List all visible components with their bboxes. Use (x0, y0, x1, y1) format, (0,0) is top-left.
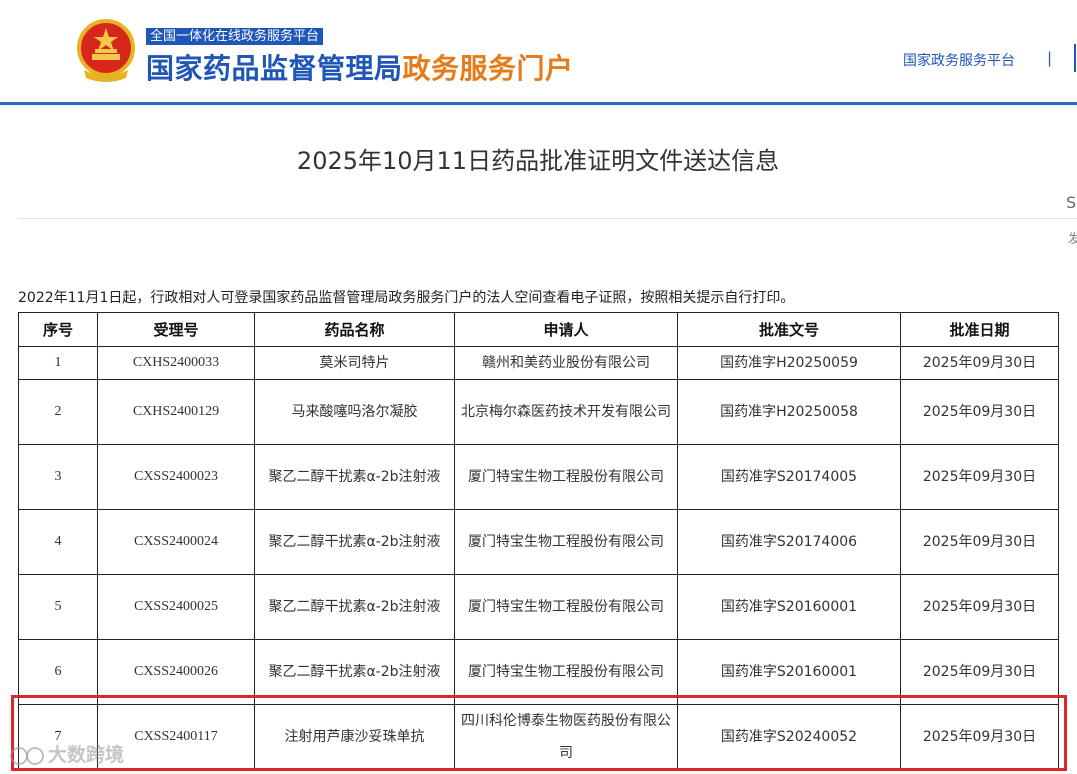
cell-applicant: 厦门特宝生物工程股份有限公司 (454, 444, 678, 510)
table-row: 6 CXSS2400026 聚乙二醇干扰素α-2b注射液 厦门特宝生物工程股份有… (18, 639, 1059, 705)
cell-acceptance-no: CXHS2400033 (97, 346, 255, 380)
watermark: 大数跨境 (8, 740, 124, 767)
header-index: 序号 (18, 312, 98, 347)
title-divider (18, 218, 1077, 219)
header-edge-bar (1074, 44, 1076, 72)
approval-table: 序号 受理号 药品名称 申请人 批准文号 批准日期 1 CXHS2400033 … (18, 312, 1059, 770)
cell-acceptance-no: CXSS2400025 (97, 574, 255, 640)
cell-acceptance-no: CXSS2400026 (97, 639, 255, 705)
cell-approval-no: 国药准字S20160001 (677, 574, 901, 640)
national-platform-link[interactable]: 国家政务服务平台 (903, 50, 1015, 70)
cell-approval-date: 2025年09月30日 (900, 639, 1059, 705)
table-row: 1 CXHS2400033 莫米司特片 赣州和美药业股份有限公司 国药准字H20… (18, 346, 1059, 380)
cell-approval-no: 国药准字S20174006 (677, 509, 901, 575)
nav-separator: | (1047, 49, 1053, 67)
page-title: 2025年10月11日药品批准证明文件送达信息 (296, 147, 780, 175)
platform-tagline: 全国一体化在线政务服务平台 (146, 28, 324, 45)
table-row: 3 CXSS2400023 聚乙二醇干扰素α-2b注射液 厦门特宝生物工程股份有… (18, 444, 1059, 510)
header-approval-date: 批准日期 (900, 312, 1059, 347)
cell-approval-date: 2025年09月30日 (900, 444, 1059, 510)
header-divider (0, 102, 1077, 105)
cell-index: 3 (18, 444, 98, 510)
cell-approval-no: 国药准字S20174005 (677, 444, 901, 510)
cell-applicant: 四川科伦博泰生物医药股份有限公司 (454, 704, 678, 770)
cell-applicant: 北京梅尔森医药技术开发有限公司 (454, 379, 678, 445)
cell-index: 1 (18, 346, 98, 380)
cell-approval-no: 国药准字H20250059 (677, 346, 901, 380)
table-row: 5 CXSS2400025 聚乙二醇干扰素α-2b注射液 厦门特宝生物工程股份有… (18, 574, 1059, 640)
cell-drug-name: 聚乙二醇干扰素α-2b注射液 (254, 509, 455, 575)
cell-drug-name: 注射用芦康沙妥珠单抗 (254, 704, 455, 770)
watermark-logo-icon (10, 746, 44, 765)
header-approval-no: 批准文号 (677, 312, 901, 347)
brand-main: 国家药品监督管理局 (146, 52, 403, 85)
cell-approval-date: 2025年09月30日 (900, 509, 1059, 575)
site-header: 全国一体化在线政务服务平台 国家药品监督管理局政务服务门户 国家政务服务平台 | (0, 0, 1077, 102)
cell-applicant: 赣州和美药业股份有限公司 (454, 346, 678, 380)
cell-approval-date: 2025年09月30日 (900, 346, 1059, 380)
table-row-highlighted: 7 CXSS2400117 注射用芦康沙妥珠单抗 四川科伦博泰生物医药股份有限公… (18, 704, 1059, 770)
cell-acceptance-no: CXSS2400023 (97, 444, 255, 510)
cell-approval-date: 2025年09月30日 (900, 704, 1059, 770)
cell-drug-name: 聚乙二醇干扰素α-2b注射液 (254, 574, 455, 640)
header-acceptance-no: 受理号 (97, 312, 255, 347)
cell-approval-no: 国药准字H20250058 (677, 379, 901, 445)
cell-index: 2 (18, 379, 98, 445)
cell-index: 5 (18, 574, 98, 640)
national-emblem-icon (77, 19, 135, 82)
cell-acceptance-no: CXHS2400129 (97, 379, 255, 445)
cell-index: 4 (18, 509, 98, 575)
cell-approval-date: 2025年09月30日 (900, 574, 1059, 640)
cell-approval-date: 2025年09月30日 (900, 379, 1059, 445)
cell-approval-no: 国药准字S20240052 (677, 704, 901, 770)
cell-drug-name: 聚乙二醇干扰素α-2b注射液 (254, 444, 455, 510)
site-brand[interactable]: 国家药品监督管理局政务服务门户 (146, 47, 574, 87)
side-panel-fragment: S (1066, 193, 1077, 212)
table-header-row: 序号 受理号 药品名称 申请人 批准文号 批准日期 (18, 312, 1059, 347)
cell-index: 6 (18, 639, 98, 705)
table-row: 2 CXHS2400129 马来酸噻吗洛尔凝胶 北京梅尔森医药技术开发有限公司 … (18, 379, 1059, 445)
cell-drug-name: 马来酸噻吗洛尔凝胶 (254, 379, 455, 445)
cell-drug-name: 聚乙二醇干扰素α-2b注射液 (254, 639, 455, 705)
cell-approval-no: 国药准字S20160001 (677, 639, 901, 705)
cell-acceptance-no: CXSS2400024 (97, 509, 255, 575)
header-drug-name: 药品名称 (254, 312, 455, 347)
cell-drug-name: 莫米司特片 (254, 346, 455, 380)
cell-applicant: 厦门特宝生物工程股份有限公司 (454, 639, 678, 705)
brand-sub: 政务服务门户 (402, 52, 574, 85)
notice-text: 2022年11月1日起，行政相对人可登录国家药品监督管理局政务服务门户的法人空间… (18, 290, 795, 306)
table-row: 4 CXSS2400024 聚乙二醇干扰素α-2b注射液 厦门特宝生物工程股份有… (18, 509, 1059, 575)
watermark-text: 大数跨境 (48, 744, 125, 766)
cell-applicant: 厦门特宝生物工程股份有限公司 (454, 574, 678, 640)
side-panel-fragment: 发 (1068, 232, 1077, 247)
cell-applicant: 厦门特宝生物工程股份有限公司 (454, 509, 678, 575)
header-applicant: 申请人 (454, 312, 678, 347)
